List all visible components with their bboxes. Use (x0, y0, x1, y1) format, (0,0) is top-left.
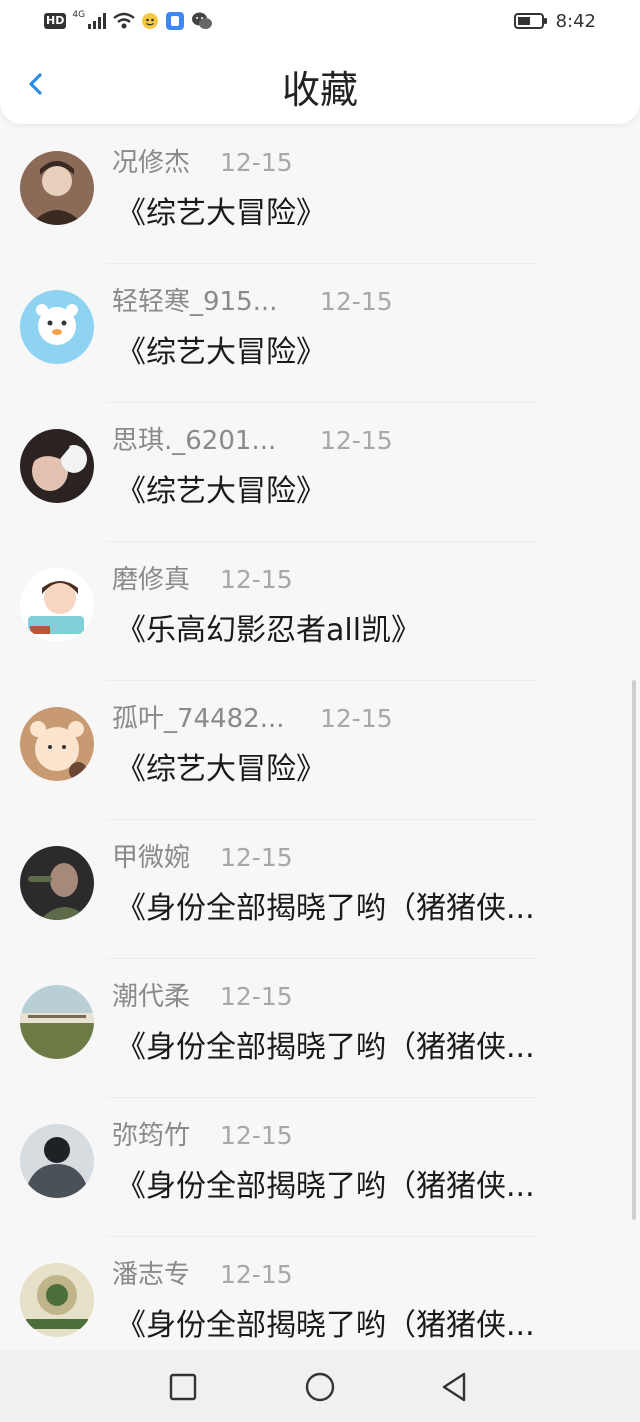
recents-button[interactable] (166, 1370, 200, 1404)
app-notification-icon (166, 12, 185, 30)
work-title: 《综艺大冒险》 (116, 474, 326, 509)
user-name: 甲微婉 (112, 843, 191, 873)
avatar[interactable] (20, 290, 94, 364)
favorite-date: 12-15 (220, 982, 293, 1011)
list-item[interactable]: 况修杰 12-15 《综艺大冒险》 (0, 125, 640, 264)
status-icons-right: 8:42 (513, 10, 596, 32)
work-title: 《身份全部揭晓了哟（猪猪侠... (116, 1169, 535, 1204)
signal-icon (88, 13, 107, 29)
user-name: 潮代柔 (112, 982, 191, 1012)
work-title: 《综艺大冒险》 (116, 335, 326, 370)
list-item[interactable]: 思琪._6201... 12-15 《综艺大冒险》 (0, 403, 640, 542)
favorite-date: 12-15 (220, 148, 293, 177)
battery-icon (513, 13, 547, 29)
work-title: 《身份全部揭晓了哟（猪猪侠... (116, 1030, 535, 1065)
list-item[interactable]: 孤叶_74482... 12-15 《综艺大冒险》 (0, 681, 640, 820)
triangle-back-icon (442, 1372, 466, 1402)
home-button[interactable] (303, 1370, 337, 1404)
list-item[interactable]: 潮代柔 12-15 《身份全部揭晓了哟（猪猪侠... (0, 959, 640, 1098)
clock: 8:42 (555, 10, 596, 32)
list-item[interactable]: 弥筠竹 12-15 《身份全部揭晓了哟（猪猪侠... (0, 1098, 640, 1237)
user-name: 思琪._6201... (112, 426, 277, 456)
user-name: 况修杰 (112, 148, 191, 178)
favorite-date: 12-15 (220, 565, 293, 594)
work-title: 《综艺大冒险》 (116, 196, 326, 231)
favorite-date: 12-15 (220, 1121, 293, 1150)
status-bar: HD 4G 8:42 (0, 0, 640, 44)
status-icons-left: HD 4G (44, 10, 213, 32)
favorite-date: 12-15 (220, 1260, 293, 1289)
work-title: 《身份全部揭晓了哟（猪猪侠... (116, 891, 535, 926)
wifi-icon (113, 12, 135, 29)
system-nav-bar (0, 1350, 640, 1422)
favorite-date: 12-15 (320, 287, 393, 316)
work-title: 《乐高幻影忍者all凯》 (116, 613, 422, 648)
list-item[interactable]: 甲微婉 12-15 《身份全部揭晓了哟（猪猪侠... (0, 820, 640, 959)
avatar[interactable] (20, 707, 94, 781)
avatar[interactable] (20, 568, 94, 642)
user-name: 弥筠竹 (112, 1121, 191, 1151)
circle-home-icon (305, 1372, 335, 1402)
user-name: 轻轻寒_915... (112, 287, 278, 317)
user-name: 磨修真 (112, 565, 191, 595)
title-bar: 收藏 (0, 44, 640, 124)
network-type: 4G (72, 10, 86, 20)
app-notification-icon (142, 13, 159, 29)
avatar[interactable] (20, 151, 94, 225)
work-title: 《综艺大冒险》 (116, 752, 326, 787)
work-title: 《身份全部揭晓了哟（猪猪侠... (116, 1308, 535, 1343)
nav-back-button[interactable] (438, 1370, 472, 1404)
wechat-icon (192, 12, 213, 29)
avatar[interactable] (20, 1263, 94, 1337)
favorite-date: 12-15 (320, 426, 393, 455)
list-item[interactable]: 轻轻寒_915... 12-15 《综艺大冒险》 (0, 264, 640, 403)
favorite-date: 12-15 (320, 704, 393, 733)
scrollbar[interactable] (632, 680, 636, 1220)
avatar[interactable] (20, 985, 94, 1059)
square-recents-icon (169, 1373, 197, 1401)
avatar[interactable] (20, 429, 94, 503)
hd-badge: HD (44, 13, 67, 29)
list-item[interactable]: 磨修真 12-15 《乐高幻影忍者all凯》 (0, 542, 640, 681)
favorites-list: 况修杰 12-15 《综艺大冒险》 轻轻寒_915... 12-15 《综艺大冒… (0, 125, 640, 1376)
page-title: 收藏 (281, 68, 358, 112)
avatar[interactable] (20, 846, 94, 920)
avatar[interactable] (20, 1124, 94, 1198)
favorite-date: 12-15 (220, 843, 293, 872)
user-name: 孤叶_74482... (112, 704, 285, 734)
user-name: 潘志专 (112, 1260, 191, 1290)
